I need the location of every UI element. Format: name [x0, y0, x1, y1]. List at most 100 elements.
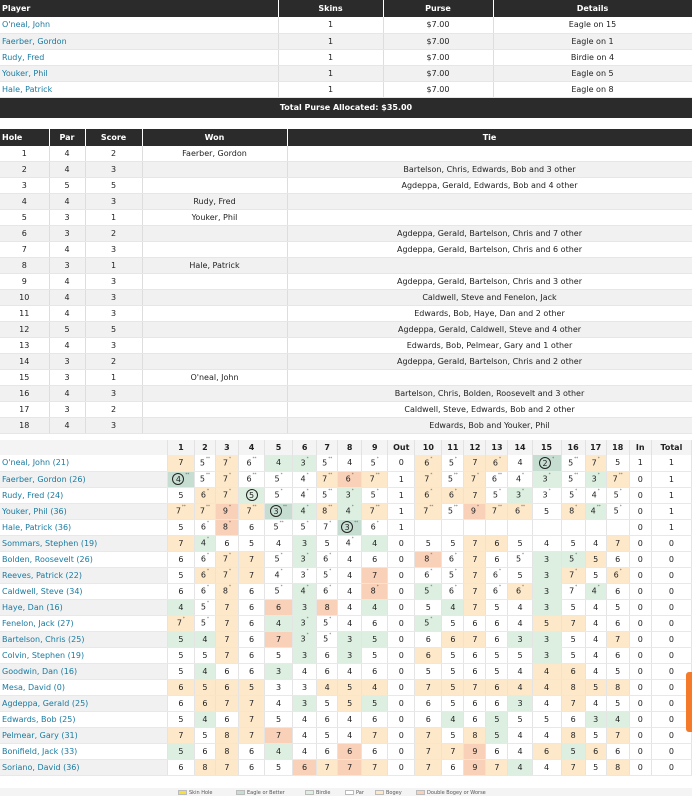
- score-value: 5: [570, 650, 576, 660]
- hole-cell: 18: [0, 417, 50, 434]
- score-cell: 5: [238, 487, 266, 504]
- player-name-link[interactable]: O'neal, John: [0, 17, 279, 34]
- score-cell: 7: [316, 759, 339, 776]
- score-value: 0: [637, 698, 643, 708]
- score-value: 3: [593, 714, 599, 724]
- player-name-link[interactable]: Colvin, Stephen (19): [0, 647, 168, 664]
- hole-cell: 1: [85, 257, 143, 274]
- player-name-link[interactable]: Agdeppa, Gerald (25): [0, 695, 168, 712]
- score-cell: 3: [532, 631, 562, 648]
- score-value: 5: [178, 634, 184, 644]
- score-value: 0: [637, 490, 643, 500]
- score-value: 4: [450, 714, 456, 724]
- score-value: 1: [668, 474, 674, 484]
- player-name-link[interactable]: Sommars, Stephen (19): [0, 535, 168, 552]
- player-name-link[interactable]: Bolden, Roosevelt (26): [0, 551, 168, 568]
- score-cell: 0: [629, 663, 652, 680]
- player-score-row: Rudy, Fred (24) 5 6* 7* 5 5* 4* 5** 3* 5* 1 6* 6* 7 5*…: [0, 487, 692, 504]
- score-value: 7: [224, 602, 230, 612]
- score-value: 6: [494, 634, 500, 644]
- score-cell: 0: [387, 455, 416, 472]
- score-cell: 6**: [507, 503, 533, 520]
- score-cell: 7: [441, 743, 465, 760]
- skins-cell: $7.00: [383, 49, 494, 66]
- legend-label: Double Bogey or Worse: [427, 790, 486, 796]
- score-value: 6: [248, 586, 255, 596]
- player-name-link[interactable]: Edwards, Bob (25): [0, 711, 168, 728]
- player-name-link[interactable]: Hale, Patrick (36): [0, 519, 168, 536]
- score-value: 4: [347, 586, 353, 596]
- player-name-link[interactable]: Fenelon, Jack (27): [0, 615, 168, 632]
- player-name-link[interactable]: Faerber, Gordon (26): [0, 471, 168, 488]
- player-name-link[interactable]: Youker, Phil: [0, 65, 279, 82]
- hole-cell: Edwards, Bob, Pelmear, Gary and 1 other: [287, 337, 692, 354]
- player-name-link[interactable]: Reeves, Patrick (22): [0, 567, 168, 584]
- score-value: 6: [324, 666, 330, 676]
- player-name-link[interactable]: Youker, Phil (36): [0, 503, 168, 520]
- stroke-marker: **: [596, 504, 601, 510]
- player-name-link[interactable]: Haye, Dan (16): [0, 599, 168, 616]
- score-cell: 8: [606, 759, 630, 776]
- score-value: 8: [615, 682, 621, 692]
- score-value: 6: [202, 698, 208, 708]
- player-score-row: Goodwin, Dan (16) 5 4 6 6 3 4 6 4 6 0 5 5 6 5 4 4 6 4 5 0 0: [0, 663, 692, 680]
- score-cell: 0: [651, 647, 692, 664]
- score-value: 0: [637, 538, 643, 548]
- player-name-link[interactable]: Mesa, David (0): [0, 679, 168, 696]
- score-value: 7: [178, 458, 184, 468]
- hole-cell: Caldwell, Steve, Edwards, Bob and 2 othe…: [287, 401, 692, 418]
- score-cell: 4: [507, 599, 533, 616]
- hole-cell: [142, 289, 288, 306]
- legend-item: Bogey: [375, 790, 402, 796]
- score-value: 4: [345, 538, 351, 548]
- score-value: 4: [276, 538, 282, 548]
- legend-label: Birdie: [316, 790, 331, 796]
- score-value: 7: [472, 554, 478, 564]
- score-cell: 5: [414, 535, 443, 552]
- player-name-link[interactable]: Bartelson, Chris (25): [0, 631, 168, 648]
- score-cell: 4: [337, 455, 363, 472]
- score-value: 5: [178, 570, 184, 580]
- player-name-link[interactable]: Hale, Patrick: [0, 81, 279, 98]
- score-value: 5: [568, 474, 574, 484]
- score-value: 5: [570, 634, 576, 644]
- feedback-tab[interactable]: [686, 672, 692, 732]
- skins-row: Hale, Patrick 1 $7.00 Eagle on 8: [0, 81, 692, 98]
- player-name-link[interactable]: Bonifield, Jack (33): [0, 743, 168, 760]
- score-value: 4: [347, 554, 353, 564]
- stroke-marker: **: [181, 504, 186, 510]
- player-name-link[interactable]: O'neal, John (21): [0, 455, 168, 472]
- score-cell: 5: [264, 647, 294, 664]
- score-cell: 3: [292, 695, 318, 712]
- score-value: 0: [668, 746, 674, 756]
- player-name-link[interactable]: Pelmear, Gary (31): [0, 727, 168, 744]
- score-value: 4: [300, 506, 306, 516]
- score-cell: 5: [532, 503, 562, 520]
- player-name-link[interactable]: Rudy, Fred: [0, 49, 279, 66]
- score-cell: 6: [441, 631, 465, 648]
- player-name-link[interactable]: Faerber, Gordon: [0, 33, 279, 50]
- player-name-link[interactable]: Goodwin, Dan (16): [0, 663, 168, 680]
- scoreboard-header-cell: 17: [585, 440, 607, 455]
- player-name-link[interactable]: Rudy, Fred (24): [0, 487, 168, 504]
- score-cell: 4*: [337, 503, 363, 520]
- score-cell: 4: [507, 679, 533, 696]
- stroke-marker: *: [476, 504, 479, 510]
- score-value: 0: [668, 554, 674, 564]
- hole-cell: 3: [49, 369, 86, 386]
- score-cell: 6*: [194, 519, 216, 536]
- score-cell: 4: [292, 727, 318, 744]
- score-cell: 6: [167, 679, 195, 696]
- score-cell: 6*: [194, 567, 216, 584]
- score-value: 3: [542, 474, 548, 484]
- score-value: 6: [424, 458, 430, 468]
- player-name-link[interactable]: Caldwell, Steve (34): [0, 583, 168, 600]
- player-name-link[interactable]: Soriano, David (36): [0, 759, 168, 776]
- score-value: 6: [615, 586, 621, 596]
- stroke-marker: **: [205, 472, 210, 478]
- stroke-marker: *: [575, 504, 578, 510]
- holes-table: Hole Par Score Won Tie 1 4 2 Faerber, Gordon 2 4 3…: [0, 128, 692, 434]
- score-value: 5: [202, 650, 208, 660]
- hole-cell: 2: [0, 161, 50, 178]
- score-cell: 5: [441, 695, 465, 712]
